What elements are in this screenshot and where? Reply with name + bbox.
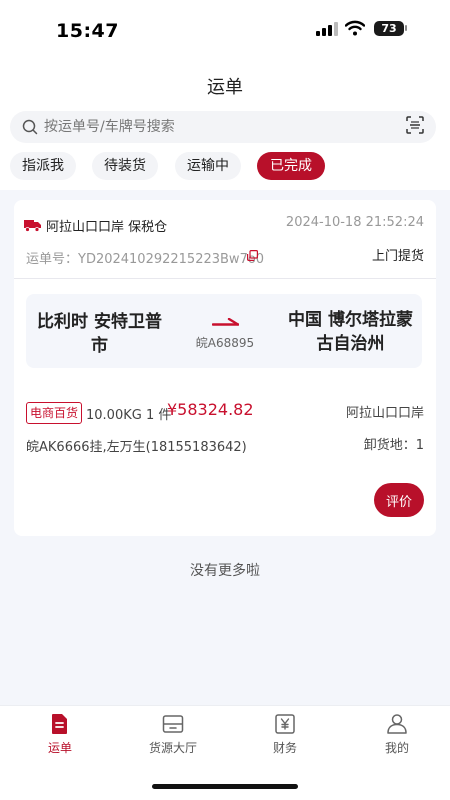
driver-info: 皖AK6666挂,左万生(18155183642): [26, 440, 247, 455]
pickup-type: 上门提货: [371, 249, 424, 264]
copy-icon[interactable]: [247, 250, 258, 261]
nav-item-waybill[interactable]: 运单: [15, 712, 105, 756]
warehouse-name: 阿拉山口口岸 保税仓: [46, 220, 168, 235]
cargo-hall-icon: [162, 715, 184, 733]
nav-label-cargo-hall: 货源大厅: [148, 741, 197, 755]
search-input[interactable]: [44, 111, 384, 143]
card-divider: [14, 278, 436, 279]
truck-icon: [24, 220, 41, 232]
waybill-icon: [52, 714, 67, 734]
vehicle-plate: 皖A68895: [195, 336, 255, 350]
port-name: 阿拉山口口岸: [345, 406, 424, 421]
search-bar[interactable]: [10, 111, 436, 143]
nav-item-profile[interactable]: 我的: [352, 712, 442, 756]
nav-label-profile: 我的: [384, 741, 409, 755]
category-badge: 电商百货: [26, 402, 83, 424]
profile-icon: [387, 714, 407, 734]
home-indicator: [152, 784, 298, 789]
order-number: 运单号：YD202410292215223Bw7o0: [26, 252, 265, 267]
evaluate-button[interactable]: 评价: [374, 483, 424, 517]
tab-in-transit[interactable]: 运输中: [175, 152, 241, 180]
nav-label-finance: 财务: [272, 741, 297, 755]
status-bar: 15:47 73: [0, 0, 450, 60]
wifi-icon: [345, 20, 365, 36]
route-destination: 中国 博尔塔拉蒙古自治州: [288, 310, 413, 354]
battery-icon: 73: [374, 21, 404, 36]
list-end-text: 没有更多啦: [190, 563, 260, 579]
status-time: 15:47: [56, 20, 119, 42]
weight-quantity: 10.00KG 1 件: [86, 408, 172, 423]
tab-assigned[interactable]: 指派我: [10, 152, 76, 180]
tab-completed[interactable]: 已完成: [257, 152, 325, 180]
scan-icon[interactable]: [406, 116, 424, 134]
tab-pending-load[interactable]: 待装货: [92, 152, 158, 180]
nav-item-finance[interactable]: 财务: [240, 712, 330, 756]
nav-item-cargo-hall[interactable]: 货源大厅: [128, 712, 218, 756]
search-icon: [22, 119, 38, 135]
unload-location: 卸货地：1: [363, 438, 424, 453]
order-time: 2024-10-18 21:52:24: [285, 215, 424, 230]
cellular-signal-icon: [316, 22, 338, 36]
order-price: ¥58324.82: [167, 400, 254, 419]
route-arrow-icon: [212, 318, 239, 326]
battery-tip: [405, 25, 407, 31]
status-tabs: 指派我 待装货 运输中 已完成: [0, 152, 450, 182]
nav-label-waybill: 运单: [47, 741, 72, 755]
route-origin: 比利时 安特卫普市: [37, 312, 162, 356]
page-title: 运单: [207, 77, 243, 98]
finance-icon: [275, 714, 295, 734]
